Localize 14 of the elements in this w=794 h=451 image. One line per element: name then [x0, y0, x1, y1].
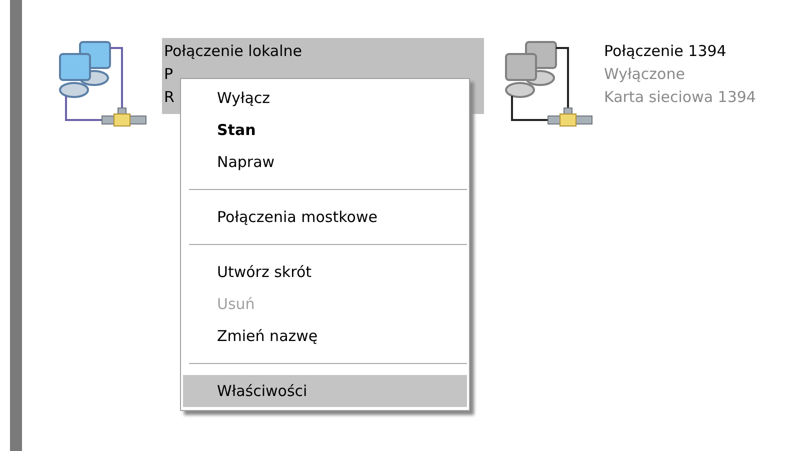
- connection-text: P: [164, 64, 174, 85]
- connection-text: R: [164, 87, 174, 108]
- connection-text: Połączenie 1394: [604, 41, 726, 62]
- connection-text: Wyłączone: [604, 64, 685, 85]
- menu-item[interactable]: Właściwości: [183, 375, 467, 407]
- connection-text: Karta sieciowa 1394: [604, 87, 756, 108]
- connection-text: Połączenie lokalne: [164, 41, 302, 62]
- menu-item[interactable]: Połączenia mostkowe: [183, 201, 467, 233]
- connection-label[interactable]: Połączenie 1394 Wyłączone Karta sieciowa 1394: [602, 38, 794, 114]
- menu-item[interactable]: Stan: [183, 114, 467, 146]
- menu-item[interactable]: Napraw: [183, 146, 467, 178]
- menu-item[interactable]: Zmień nazwę: [183, 320, 467, 352]
- menu-item[interactable]: Wyłącz: [183, 82, 467, 114]
- menu-item[interactable]: Utwórz skrót: [183, 256, 467, 288]
